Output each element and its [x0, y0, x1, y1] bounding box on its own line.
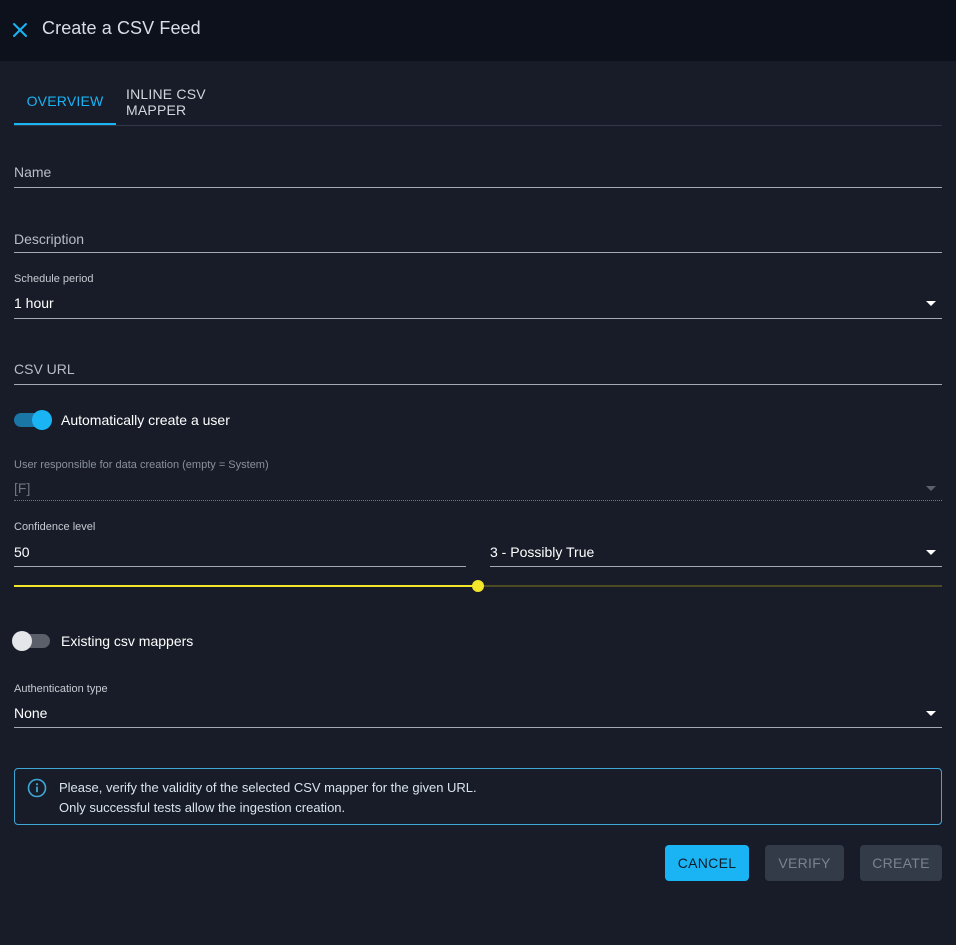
- chevron-down-icon: [926, 550, 936, 555]
- authentication-type-label: Authentication type: [14, 683, 108, 695]
- tab-inline-csv-mapper[interactable]: INLINE CSV MAPPER: [126, 79, 270, 125]
- name-field[interactable]: Name: [14, 150, 942, 188]
- auto-create-user-toggle[interactable]: Automatically create a user: [14, 408, 254, 432]
- slider-thumb[interactable]: [472, 580, 484, 592]
- slider-fill: [14, 585, 478, 587]
- confidence-level-value: 50: [14, 544, 30, 560]
- csv-url-label: CSV URL: [14, 361, 75, 377]
- confidence-level-underline: [14, 566, 466, 567]
- confidence-level-name: 3 - Possibly True: [490, 544, 595, 560]
- tab-bar: OVERVIEW INLINE CSV MAPPER: [14, 79, 942, 126]
- user-responsible-select: User responsible for data creation (empt…: [14, 458, 942, 501]
- chevron-down-icon: [926, 486, 936, 491]
- existing-csv-mappers-label: Existing csv mappers: [61, 633, 194, 649]
- user-responsible-underline: [14, 500, 942, 501]
- existing-csv-mappers-toggle[interactable]: Existing csv mappers: [12, 629, 232, 653]
- description-label: Description: [14, 231, 85, 247]
- tab-overview[interactable]: OVERVIEW: [14, 79, 116, 125]
- schedule-period-underline: [14, 318, 942, 319]
- confidence-select-underline: [490, 566, 942, 567]
- alert-line-2: Only successful tests allow the ingestio…: [59, 800, 346, 815]
- schedule-period-label: Schedule period: [14, 273, 94, 285]
- confidence-slider[interactable]: [14, 578, 942, 594]
- chevron-down-icon: [926, 711, 936, 716]
- description-underline: [14, 252, 942, 253]
- schedule-period-value: 1 hour: [14, 295, 54, 311]
- authentication-type-select[interactable]: Authentication type None: [14, 682, 942, 728]
- dialog-header: Create a CSV Feed: [0, 0, 956, 61]
- confidence-level-input[interactable]: Confidence level 50: [14, 520, 466, 567]
- create-button[interactable]: CREATE: [860, 845, 942, 881]
- info-alert: Please, verify the validity of the selec…: [14, 768, 942, 825]
- authentication-type-value: None: [14, 705, 48, 721]
- chevron-down-icon: [926, 301, 936, 306]
- schedule-period-select[interactable]: Schedule period 1 hour: [14, 272, 942, 319]
- toggle-thumb: [12, 631, 32, 651]
- csv-url-underline: [14, 384, 942, 385]
- user-responsible-label: User responsible for data creation (empt…: [14, 459, 269, 471]
- auto-create-user-label: Automatically create a user: [61, 412, 230, 428]
- description-field[interactable]: Description: [14, 215, 942, 253]
- name-underline: [14, 187, 942, 188]
- confidence-level-label: Confidence level: [14, 521, 96, 533]
- csv-url-field[interactable]: CSV URL: [14, 346, 942, 385]
- info-icon: [27, 778, 47, 798]
- verify-button[interactable]: VERIFY: [765, 845, 844, 881]
- dialog-title: Create a CSV Feed: [42, 18, 201, 38]
- cancel-button[interactable]: CANCEL: [665, 845, 749, 881]
- confidence-level-select[interactable]: 3 - Possibly True: [490, 520, 942, 567]
- name-label: Name: [14, 164, 52, 180]
- toggle-thumb: [32, 410, 52, 430]
- user-responsible-value: [F]: [14, 480, 31, 496]
- alert-line-1: Please, verify the validity of the selec…: [59, 780, 477, 795]
- authentication-type-underline: [14, 727, 942, 728]
- close-icon[interactable]: [11, 21, 29, 39]
